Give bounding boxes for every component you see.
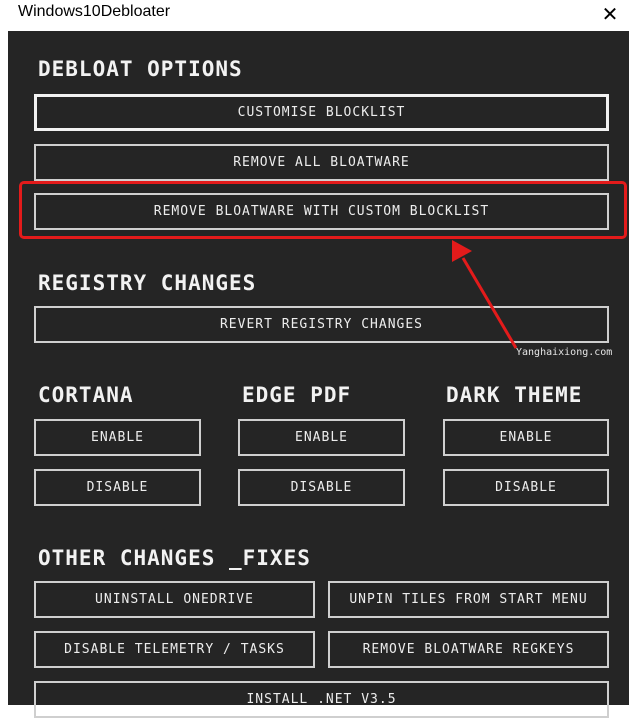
cortana-enable-button[interactable]: ENABLE	[34, 419, 201, 456]
install-net-button[interactable]: INSTALL .NET V3.5	[34, 681, 609, 718]
remove-regkeys-button[interactable]: REMOVE BLOATWARE REGKEYS	[328, 631, 609, 668]
window-title: Windows10Debloater	[18, 3, 171, 20]
remove-all-bloatware-button[interactable]: REMOVE ALL BLOATWARE	[34, 144, 609, 181]
section-title-edge-pdf: EDGE PDF	[242, 383, 352, 407]
section-title-cortana: CORTANA	[38, 383, 134, 407]
cortana-disable-button[interactable]: DISABLE	[34, 469, 201, 506]
customise-blocklist-button[interactable]: CUSTOMISE BLOCKLIST	[34, 94, 609, 131]
edge-pdf-disable-button[interactable]: DISABLE	[238, 469, 405, 506]
disable-telemetry-button[interactable]: DISABLE TELEMETRY / TASKS	[34, 631, 315, 668]
revert-registry-changes-button[interactable]: REVERT REGISTRY CHANGES	[34, 306, 609, 343]
uninstall-onedrive-button[interactable]: UNINSTALL ONEDRIVE	[34, 581, 315, 618]
main-window: DEBLOAT OPTIONS CUSTOMISE BLOCKLIST REMO…	[8, 31, 629, 718]
section-title-registry: REGISTRY CHANGES	[38, 271, 257, 295]
dark-theme-disable-button[interactable]: DISABLE	[443, 469, 609, 506]
title-bar: Windows10Debloater ✕	[0, 0, 633, 31]
edge-pdf-enable-button[interactable]: ENABLE	[238, 419, 405, 456]
section-title-debloat: DEBLOAT OPTIONS	[38, 57, 243, 81]
watermark-text: Yanghaixiong.com	[516, 347, 613, 358]
remove-bloatware-custom-blocklist-button[interactable]: REMOVE BLOATWARE WITH CUSTOM BLOCKLIST	[34, 193, 609, 230]
dark-theme-enable-button[interactable]: ENABLE	[443, 419, 609, 456]
section-title-other: OTHER CHANGES _FIXES	[38, 546, 311, 570]
close-icon[interactable]: ✕	[597, 1, 623, 27]
section-title-dark-theme: DARK THEME	[446, 383, 583, 407]
unpin-tiles-button[interactable]: UNPIN TILES FROM START MENU	[328, 581, 609, 618]
